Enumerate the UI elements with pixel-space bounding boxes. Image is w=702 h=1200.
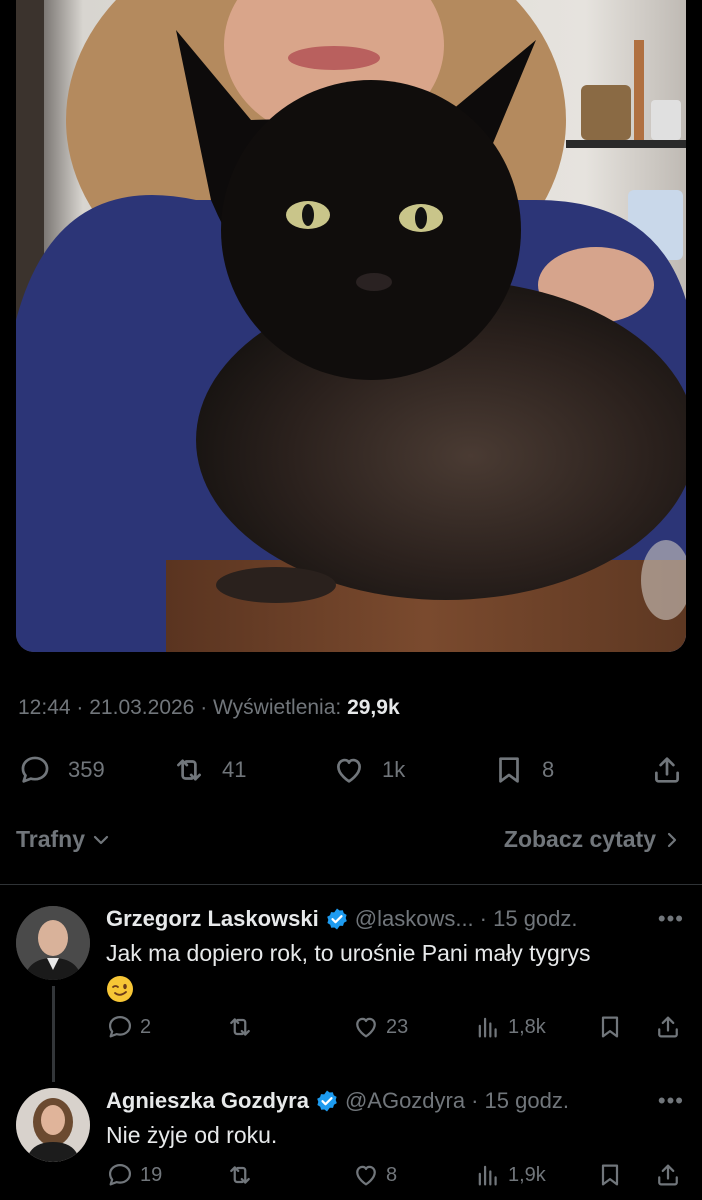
reply-button[interactable]: 2 <box>106 1012 151 1042</box>
view-quotes-link[interactable]: Zobacz cytaty <box>504 826 682 853</box>
bookmark-button[interactable]: 8 <box>492 748 554 792</box>
verified-badge-icon <box>326 908 347 930</box>
more-dots-icon[interactable]: ••• <box>658 1088 684 1114</box>
reply-item[interactable]: Grzegorz Laskowski @laskows... · 15 godz… <box>0 906 702 1082</box>
author-name[interactable]: Agnieszka Gozdyra <box>106 1088 309 1114</box>
sort-dropdown[interactable]: Trafny <box>16 826 111 853</box>
share-button[interactable] <box>650 748 684 792</box>
author-name[interactable]: Grzegorz Laskowski <box>106 906 319 932</box>
view-quotes-label: Zobacz cytaty <box>503 826 656 852</box>
reply-text: Jak ma dopiero rok, to urośnie Pani mały… <box>106 936 666 1004</box>
avatar-image <box>16 906 90 980</box>
chevron-down-icon <box>93 835 109 844</box>
winking-face-icon <box>107 975 133 1002</box>
bookmark-icon <box>499 757 519 783</box>
reply-text-content: Nie żyje od roku. <box>106 1122 278 1148</box>
reply-button[interactable]: 19 <box>106 1160 162 1190</box>
reply-text-content: Jak ma dopiero rok, to urośnie Pani mały… <box>106 940 591 966</box>
avatar[interactable] <box>16 906 90 980</box>
tweet-time: 12:44 <box>18 696 71 719</box>
heart-icon <box>337 758 361 783</box>
share-upload-icon <box>655 757 679 783</box>
divider <box>0 884 702 885</box>
bookmark-count: 8 <box>542 757 555 782</box>
like-count: 8 <box>386 1163 398 1186</box>
reply-count: 2 <box>140 1015 152 1038</box>
heart-icon <box>356 1017 376 1038</box>
tweet-photo[interactable] <box>16 0 686 652</box>
avatar-image <box>16 1088 90 1162</box>
author-handle[interactable]: @AGozdyra <box>345 1088 465 1114</box>
reply-button[interactable]: 359 <box>18 748 105 792</box>
views-label: Wyświetlenia: <box>213 696 342 719</box>
more-dots-icon[interactable]: ••• <box>658 906 684 932</box>
reply-action-bar: 2 23 1,8k <box>106 1012 686 1042</box>
reply-header: Agnieszka Gozdyra @AGozdyra · 15 godz. <box>106 1088 569 1114</box>
views-button[interactable]: 1,8k <box>474 1012 546 1042</box>
repost-arrows-icon <box>230 1166 250 1184</box>
meta-separator: · <box>76 696 84 719</box>
tweet-action-bar: 359 41 1k 8 <box>16 748 686 792</box>
author-handle[interactable]: @laskows... <box>355 906 474 932</box>
like-count: 23 <box>386 1015 409 1038</box>
like-button[interactable]: 1k <box>332 748 405 792</box>
meta-separator: · <box>200 696 208 719</box>
reply-header: Grzegorz Laskowski @laskows... · 15 godz… <box>106 906 578 932</box>
bookmark-icon <box>601 1016 619 1038</box>
reply-count: 359 <box>68 757 105 782</box>
reply-text: Nie żyje od roku. <box>106 1118 666 1152</box>
views-count: 1,9k <box>508 1163 546 1186</box>
share-upload-icon <box>658 1016 678 1038</box>
avatar[interactable] <box>16 1088 90 1162</box>
like-button[interactable]: 23 <box>352 1012 408 1042</box>
share-button[interactable] <box>654 1012 682 1042</box>
repost-arrows-icon <box>230 1018 250 1036</box>
reply-action-bar: 19 8 1,9k <box>106 1160 686 1190</box>
bar-chart-icon <box>478 1165 497 1186</box>
bookmark-button[interactable] <box>596 1012 624 1042</box>
sort-label: Trafny <box>16 826 86 852</box>
reply-item[interactable]: Agnieszka Gozdyra @AGozdyra · 15 godz. •… <box>0 1088 702 1200</box>
bookmark-icon <box>601 1164 619 1186</box>
repost-count: 41 <box>222 757 247 782</box>
reply-time: · 15 godz. <box>479 906 578 931</box>
bookmark-button[interactable] <box>596 1160 624 1190</box>
repost-button[interactable] <box>226 1160 260 1190</box>
verified-badge-icon <box>317 1090 337 1112</box>
views-button[interactable]: 1,9k <box>474 1160 546 1190</box>
share-upload-icon <box>658 1164 678 1186</box>
views-count[interactable]: 29,9k <box>347 696 400 719</box>
thread-line <box>52 986 55 1082</box>
replies-sort-bar: Trafny Zobacz cytaty <box>16 820 686 860</box>
views-count: 1,8k <box>508 1015 546 1038</box>
bar-chart-icon <box>478 1017 497 1038</box>
cat-photo-image <box>16 0 686 652</box>
repost-button[interactable]: 41 <box>172 748 246 792</box>
tweet-meta: 12:44 · 21.03.2026 · Wyświetlenia: 29,9k <box>18 696 400 720</box>
like-count: 1k <box>382 757 406 782</box>
share-button[interactable] <box>654 1160 682 1190</box>
speech-bubble-icon <box>21 756 49 783</box>
speech-bubble-icon <box>108 1015 132 1038</box>
reply-time: · 15 godz. <box>471 1088 569 1113</box>
repost-arrows-icon <box>177 759 201 781</box>
heart-icon <box>356 1165 376 1186</box>
tweet-date: 21.03.2026 <box>89 696 195 719</box>
reply-count: 19 <box>140 1163 163 1186</box>
chevron-right-icon <box>667 832 677 847</box>
like-button[interactable]: 8 <box>352 1160 397 1190</box>
repost-button[interactable] <box>226 1012 260 1042</box>
speech-bubble-icon <box>108 1163 132 1186</box>
